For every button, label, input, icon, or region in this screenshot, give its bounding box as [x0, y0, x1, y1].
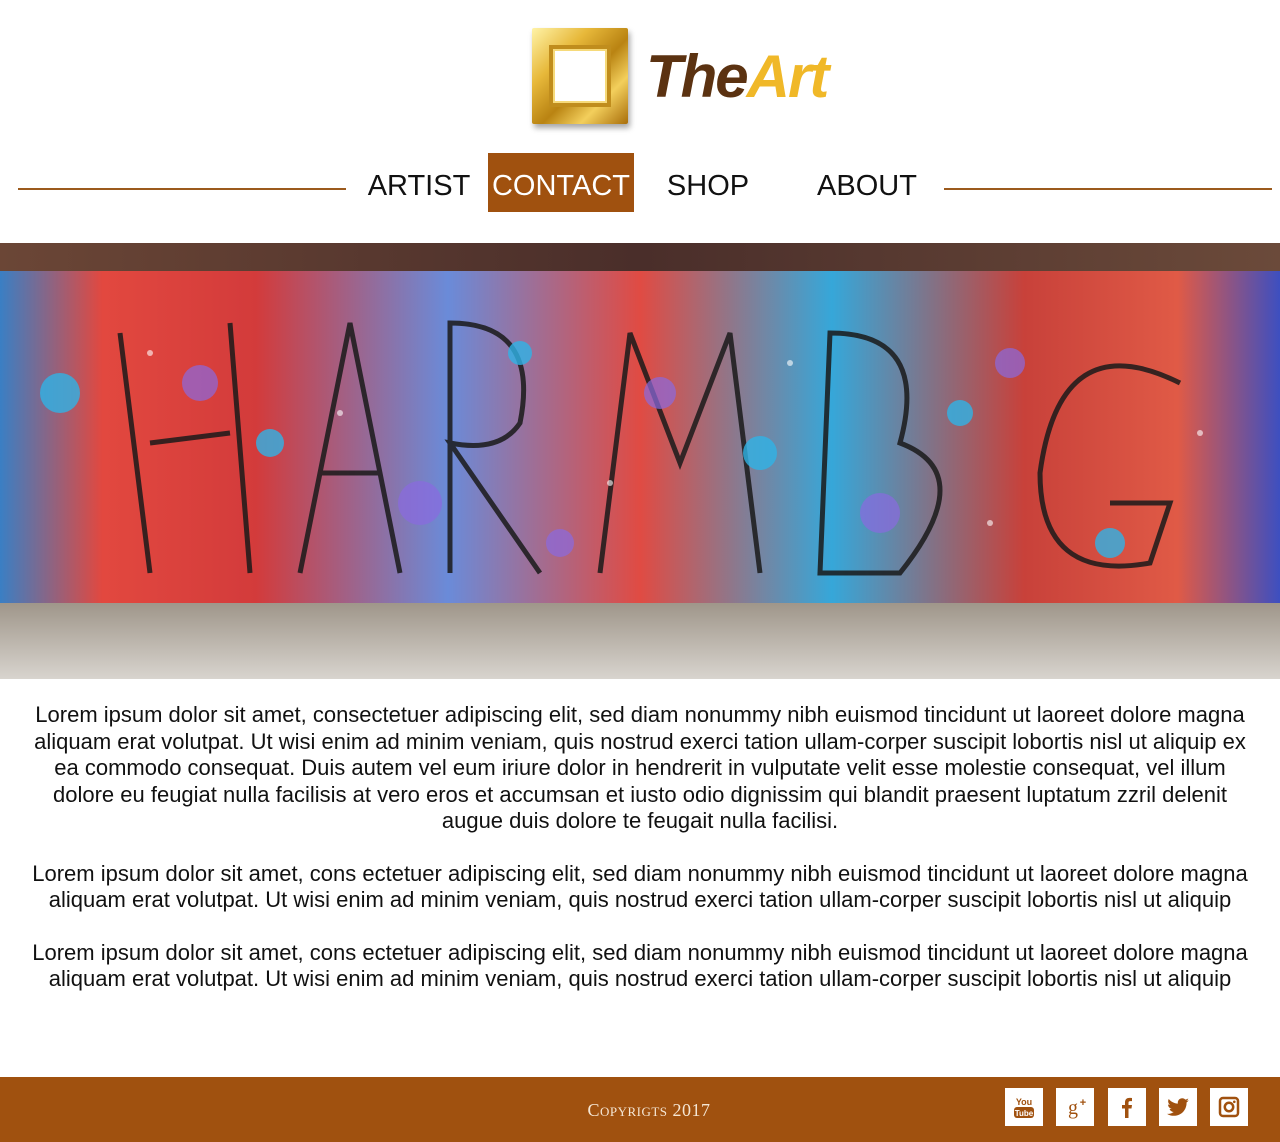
svg-text:Tube: Tube: [1015, 1109, 1034, 1118]
instagram-icon[interactable]: [1210, 1088, 1248, 1126]
nav-item-shop[interactable]: SHOP: [648, 153, 768, 212]
svg-text:You: You: [1016, 1097, 1032, 1107]
brand-word-art: Art: [746, 43, 830, 110]
brand-word-the: The: [646, 43, 749, 110]
youtube-icon[interactable]: You Tube: [1005, 1088, 1043, 1126]
svg-text:g: g: [1068, 1097, 1078, 1119]
nav-item-artist[interactable]: ARTIST: [356, 153, 482, 212]
footer: Copyrigts 2017 You Tube g +: [0, 1077, 1280, 1142]
paragraph-1: Lorem ipsum dolor sit amet, consectetuer…: [34, 702, 1246, 833]
brand-wordmark: TheArt: [646, 47, 829, 107]
facebook-icon[interactable]: [1108, 1088, 1146, 1126]
nav-divider-right: [944, 188, 1272, 190]
logo[interactable]: TheArt: [532, 26, 829, 126]
nav-item-contact[interactable]: CONTACT: [488, 153, 634, 212]
svg-text:+: +: [1080, 1097, 1086, 1109]
paragraph-2: Lorem ipsum dolor sit amet, cons ectetue…: [32, 860, 1248, 913]
google-plus-icon[interactable]: g +: [1056, 1088, 1094, 1126]
nav-divider-left: [18, 188, 346, 190]
twitter-icon[interactable]: [1159, 1088, 1197, 1126]
paragraph-3: Lorem ipsum dolor sit amet, cons ectetue…: [32, 939, 1248, 992]
content-section: Lorem ipsum dolor sit amet, consectetuer…: [30, 702, 1250, 1019]
nav-item-about[interactable]: ABOUT: [796, 153, 938, 212]
hero-image: [0, 243, 1280, 679]
picture-frame-icon: [532, 28, 628, 124]
copyright-text: Copyrigts 2017: [587, 1100, 711, 1120]
